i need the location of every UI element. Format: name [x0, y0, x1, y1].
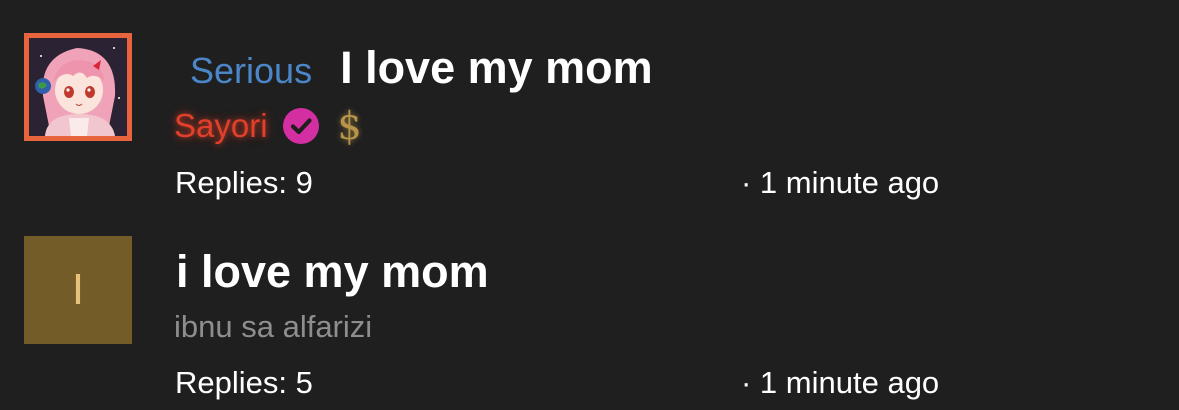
avatar-initial: I — [71, 265, 85, 314]
author-line: ibnu sa alfarizi — [174, 307, 372, 347]
title-line: i love my mom — [176, 246, 489, 298]
thread-item[interactable]: Serious I love my mom Sayori $ Replies: 9… — [0, 0, 1179, 210]
anime-avatar-image — [29, 38, 127, 136]
reply-count: Replies: 5 — [175, 365, 313, 400]
timestamp: · 1 minute ago — [741, 165, 940, 200]
thread-title[interactable]: I love my mom — [340, 42, 653, 94]
author-name[interactable]: ibnu sa alfarizi — [174, 309, 372, 345]
author-name[interactable]: Sayori — [174, 107, 268, 145]
thread-title[interactable]: i love my mom — [176, 246, 489, 298]
title-line: Serious I love my mom — [176, 42, 653, 94]
timestamp: · 1 minute ago — [741, 365, 940, 400]
flair-tag[interactable]: Serious — [176, 50, 326, 92]
reply-count: Replies: 9 — [175, 165, 313, 200]
avatar[interactable] — [24, 33, 132, 141]
avatar[interactable]: I — [24, 236, 132, 344]
author-line: Sayori $ — [174, 104, 362, 148]
thread-item[interactable]: I i love my mom ibnu sa alfarizi Replies… — [0, 210, 1179, 410]
verified-check-icon — [282, 108, 319, 144]
dollar-icon: $ — [337, 104, 362, 148]
